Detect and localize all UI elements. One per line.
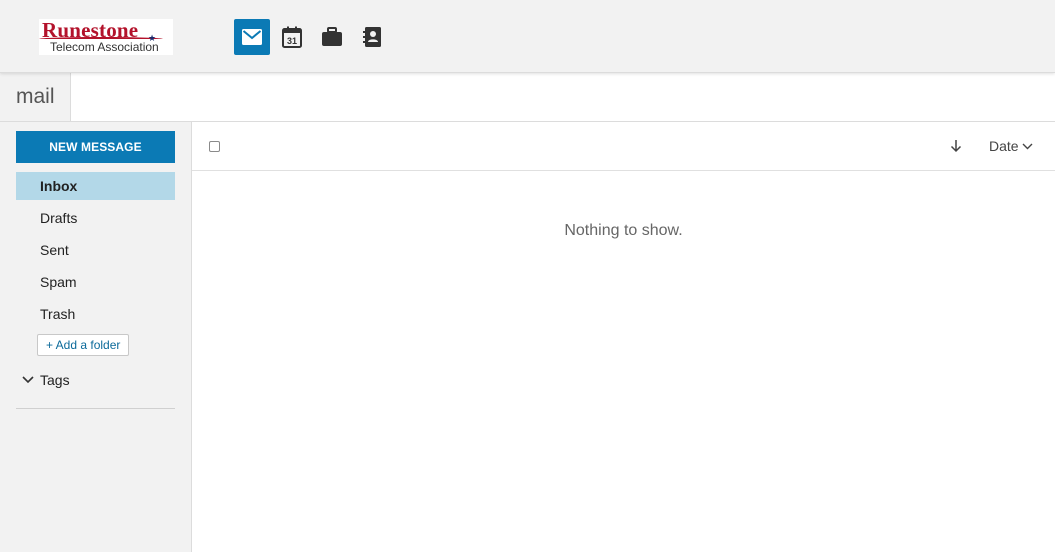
tags-toggle[interactable]: Tags (16, 368, 70, 392)
tags-label: Tags (40, 372, 70, 388)
app-mail-button[interactable] (234, 19, 270, 55)
sort-direction-button[interactable] (946, 136, 966, 156)
chevron-down-icon (16, 376, 40, 384)
sidebar-divider (16, 408, 175, 409)
contacts-icon (363, 27, 381, 47)
logo-subtitle: Telecom Association (50, 40, 159, 54)
sort-field-dropdown[interactable]: Date (989, 136, 1033, 156)
title-bar: mail (0, 73, 1055, 122)
chevron-down-icon (1022, 143, 1033, 150)
folder-spam[interactable]: Spam (16, 268, 175, 296)
folder-sent[interactable]: Sent (16, 236, 175, 264)
list-header: Date (192, 122, 1055, 171)
calendar-day: 31 (287, 36, 297, 46)
folder-inbox[interactable]: Inbox (16, 172, 175, 200)
sort-field-label: Date (989, 138, 1019, 154)
folder-trash[interactable]: Trash (16, 300, 175, 328)
company-logo[interactable]: Runestone ★ Telecom Association (39, 19, 173, 55)
select-all-checkbox[interactable] (209, 141, 220, 152)
sidebar: NEW MESSAGE Inbox Drafts Sent Spam Trash… (0, 122, 192, 552)
arrow-down-icon (950, 140, 962, 153)
add-folder-button[interactable]: + Add a folder (37, 334, 130, 356)
empty-state-message: Nothing to show. (564, 222, 683, 239)
briefcase-icon (322, 27, 342, 46)
page-title: mail (0, 73, 71, 121)
app-calendar-button[interactable]: 31 (274, 19, 310, 55)
top-bar: Runestone ★ Telecom Association 31 (0, 0, 1055, 73)
calendar-icon: 31 (282, 26, 302, 48)
folder-drafts[interactable]: Drafts (16, 204, 175, 232)
app-contacts-button[interactable] (354, 19, 390, 55)
app-briefcase-button[interactable] (314, 19, 350, 55)
new-message-button[interactable]: NEW MESSAGE (16, 131, 175, 163)
mail-icon (242, 29, 262, 45)
message-list-pane: Date Nothing to show. (192, 122, 1055, 552)
